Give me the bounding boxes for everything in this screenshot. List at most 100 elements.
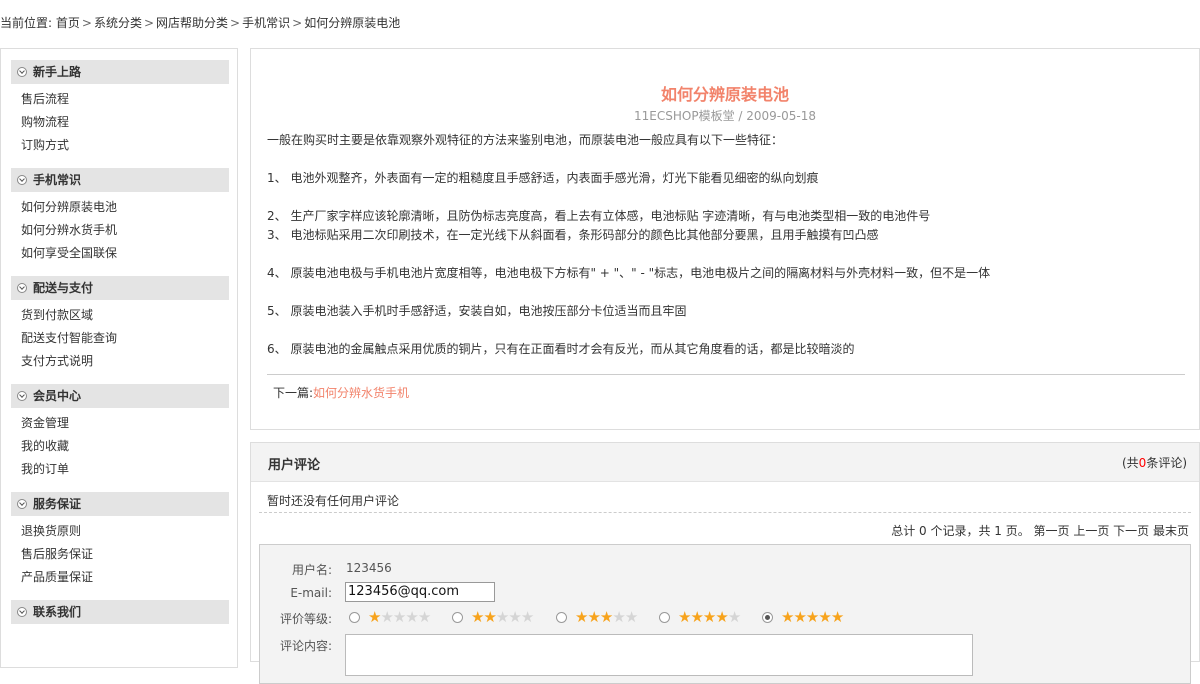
article-blank-line bbox=[267, 245, 1187, 264]
rank-radio-2[interactable] bbox=[452, 612, 463, 623]
comments-panel: 用户评论 (共0条评论) 暂时还没有任何用户评论 总计 0 个记录，共 1 页。… bbox=[250, 442, 1200, 684]
chevron-down-icon bbox=[17, 67, 27, 77]
sidebar-group-title: 会员中心 bbox=[33, 389, 82, 403]
comments-empty-text: 暂时还没有任何用户评论 bbox=[267, 494, 400, 508]
breadcrumb-prefix: 当前位置: bbox=[0, 16, 53, 30]
rank-option-5[interactable]: ★ ★ ★ ★ ★ bbox=[762, 608, 844, 626]
username-label: 用户名: bbox=[291, 563, 332, 577]
article-blank-line bbox=[267, 150, 1187, 169]
chevron-down-icon bbox=[17, 499, 27, 509]
sidebar-group-newbie: 新手上路 售后流程 购物流程 订购方式 bbox=[11, 60, 229, 157]
breadcrumb-separator: > bbox=[143, 16, 155, 30]
star-icon: ★ bbox=[715, 608, 728, 626]
sidebar-group-title: 服务保证 bbox=[33, 497, 82, 511]
star-icon: ★ bbox=[702, 608, 716, 626]
article-paragraph: 1、 电池外观整齐，外表面有一定的粗糙度且手感舒适，内表面手感光滑，灯光下能看见… bbox=[267, 171, 819, 185]
chevron-down-icon bbox=[17, 283, 27, 293]
rank-option-2[interactable]: ★ ★ ★ ★ ★ bbox=[452, 608, 534, 626]
star-icon: ★ bbox=[405, 608, 418, 626]
sidebar-item[interactable]: 我的收藏 bbox=[21, 435, 229, 458]
sidebar-item[interactable]: 售后流程 bbox=[21, 88, 229, 111]
comments-count: (共0条评论) bbox=[1122, 454, 1187, 471]
article-blank-line bbox=[267, 188, 1187, 207]
star-icon: ★ bbox=[575, 608, 588, 626]
sidebar-item[interactable]: 货到付款区域 bbox=[21, 304, 229, 327]
star-icon: ★ bbox=[392, 608, 406, 626]
rank-radio-3[interactable] bbox=[556, 612, 567, 623]
article-blank-line bbox=[267, 321, 1187, 340]
sidebar-item[interactable]: 如何分辨原装电池 bbox=[21, 196, 229, 219]
sidebar-group-header[interactable]: 新手上路 bbox=[11, 60, 229, 84]
sidebar-item[interactable]: 支付方式说明 bbox=[21, 350, 229, 373]
star-icon: ★ bbox=[417, 608, 431, 626]
rank-row: 评价等级: ★ ★ ★ ★ ★ ★ ★ ★ ★ ★ ★ ★ ★ ★ ★ ★ ★ ★ ★ ★ ★ ★ ★ ★ ★ bbox=[260, 608, 1160, 627]
sidebar-item[interactable]: 如何享受全国联保 bbox=[21, 242, 229, 265]
sidebar-group-title: 手机常识 bbox=[33, 173, 82, 187]
comments-divider bbox=[259, 512, 1191, 513]
star-icon: ★ bbox=[587, 608, 600, 626]
rank-option-4[interactable]: ★ ★ ★ ★ ★ bbox=[659, 608, 741, 626]
sidebar-item[interactable]: 我的订单 bbox=[21, 458, 229, 481]
rank-radio-5[interactable] bbox=[762, 612, 773, 623]
breadcrumb-separator: > bbox=[230, 16, 241, 30]
sidebar-item[interactable]: 售后服务保证 bbox=[21, 543, 229, 566]
star-icon: ★ bbox=[483, 608, 496, 626]
article-paragraph: 2、 生产厂家字样应该轮廓清晰，且防伪标志亮度高，看上去有立体感，电池标贴 字迹… bbox=[267, 209, 931, 223]
comments-title: 用户评论 bbox=[268, 458, 321, 473]
next-article-link[interactable]: 如何分辨水货手机 bbox=[313, 386, 409, 400]
rank-radio-4[interactable] bbox=[659, 612, 670, 623]
sidebar-item[interactable]: 资金管理 bbox=[21, 412, 229, 435]
star-icon: ★ bbox=[678, 608, 691, 626]
sidebar-group-header[interactable]: 手机常识 bbox=[11, 168, 229, 192]
sidebar-group-header[interactable]: 会员中心 bbox=[11, 384, 229, 408]
sidebar-group-title: 配送与支付 bbox=[33, 281, 94, 295]
username-value: 123456 bbox=[346, 561, 392, 575]
comment-content-textarea[interactable] bbox=[345, 634, 973, 676]
rank-option-3[interactable]: ★ ★ ★ ★ ★ bbox=[556, 608, 638, 626]
article-paragraph: 4、 原装电池电极与手机电池片宽度相等，电池电极下方标有" + "、" - "标… bbox=[267, 266, 991, 280]
sidebar-group-title: 新手上路 bbox=[33, 65, 82, 79]
star-icon: ★ bbox=[612, 608, 625, 626]
username-row: 用户名: 123456 bbox=[260, 561, 560, 577]
sidebar-item[interactable]: 如何分辨水货手机 bbox=[21, 219, 229, 242]
star-icon: ★ bbox=[805, 608, 819, 626]
article-paragraph: 3、 电池标贴采用二次印刷技术，在一定光线下从斜面看，条形码部分的颜色比其他部分… bbox=[267, 228, 879, 242]
rank-option-1[interactable]: ★ ★ ★ ★ ★ bbox=[349, 608, 431, 626]
next-article-label: 下一篇: bbox=[273, 386, 314, 400]
chevron-down-icon bbox=[17, 607, 27, 617]
breadcrumb-system-category[interactable]: 系统分类 bbox=[94, 16, 142, 30]
breadcrumb-current: 如何分辨原装电池 bbox=[304, 16, 401, 30]
sidebar-group-contact: 联系我们 bbox=[11, 600, 229, 624]
sidebar-item[interactable]: 配送支付智能查询 bbox=[21, 327, 229, 350]
sidebar-group-header[interactable]: 联系我们 bbox=[11, 600, 229, 624]
star-icon: ★ bbox=[471, 608, 484, 626]
sidebar-item[interactable]: 产品质量保证 bbox=[21, 566, 229, 589]
sidebar-group-service: 服务保证 退换货原则 售后服务保证 产品质量保证 bbox=[11, 492, 229, 589]
sidebar-group-header[interactable]: 服务保证 bbox=[11, 492, 229, 516]
email-input[interactable]: 123456@qq.com bbox=[345, 582, 495, 602]
sidebar-group-phone-tips: 手机常识 如何分辨原装电池 如何分辨水货手机 如何享受全国联保 bbox=[11, 168, 229, 265]
star-icon: ★ bbox=[624, 608, 638, 626]
chevron-down-icon bbox=[17, 391, 27, 401]
star-icon: ★ bbox=[520, 608, 534, 626]
comment-form: 用户名: 123456 E-mail: 123456@qq.com 评价等级: … bbox=[259, 544, 1191, 684]
next-article: 下一篇:如何分辨水货手机 bbox=[273, 384, 409, 401]
article-paragraph: 6、 原装电池的金属触点采用优质的铜片，只有在正面看时才会有反光，而从其它角度看… bbox=[267, 342, 855, 356]
sidebar-item[interactable]: 购物流程 bbox=[21, 111, 229, 134]
sidebar-group-header[interactable]: 配送与支付 bbox=[11, 276, 229, 300]
breadcrumb-phone-tips[interactable]: 手机常识 bbox=[242, 16, 290, 30]
breadcrumb-help-category[interactable]: 网店帮助分类 bbox=[156, 16, 228, 30]
breadcrumb-home[interactable]: 首页 bbox=[56, 16, 80, 30]
star-icon: ★ bbox=[793, 608, 806, 626]
sidebar-item[interactable]: 退换货原则 bbox=[21, 520, 229, 543]
rank-radio-1[interactable] bbox=[349, 612, 360, 623]
breadcrumb-separator: > bbox=[81, 16, 92, 30]
sidebar-item[interactable]: 订购方式 bbox=[21, 134, 229, 157]
article-paragraph: 5、 原装电池装入手机时手感舒适，安装自如，电池按压部分卡位适当而且牢固 bbox=[267, 304, 687, 318]
email-label: E-mail: bbox=[290, 586, 332, 600]
comments-count-suffix: 条评论) bbox=[1146, 456, 1187, 470]
comments-pager[interactable]: 总计 0 个记录，共 1 页。 第一页 上一页 下一页 最末页 bbox=[891, 522, 1189, 539]
star-icon: ★ bbox=[380, 608, 393, 626]
star-icon: ★ bbox=[818, 608, 831, 626]
comments-header: 用户评论 (共0条评论) bbox=[251, 443, 1199, 482]
